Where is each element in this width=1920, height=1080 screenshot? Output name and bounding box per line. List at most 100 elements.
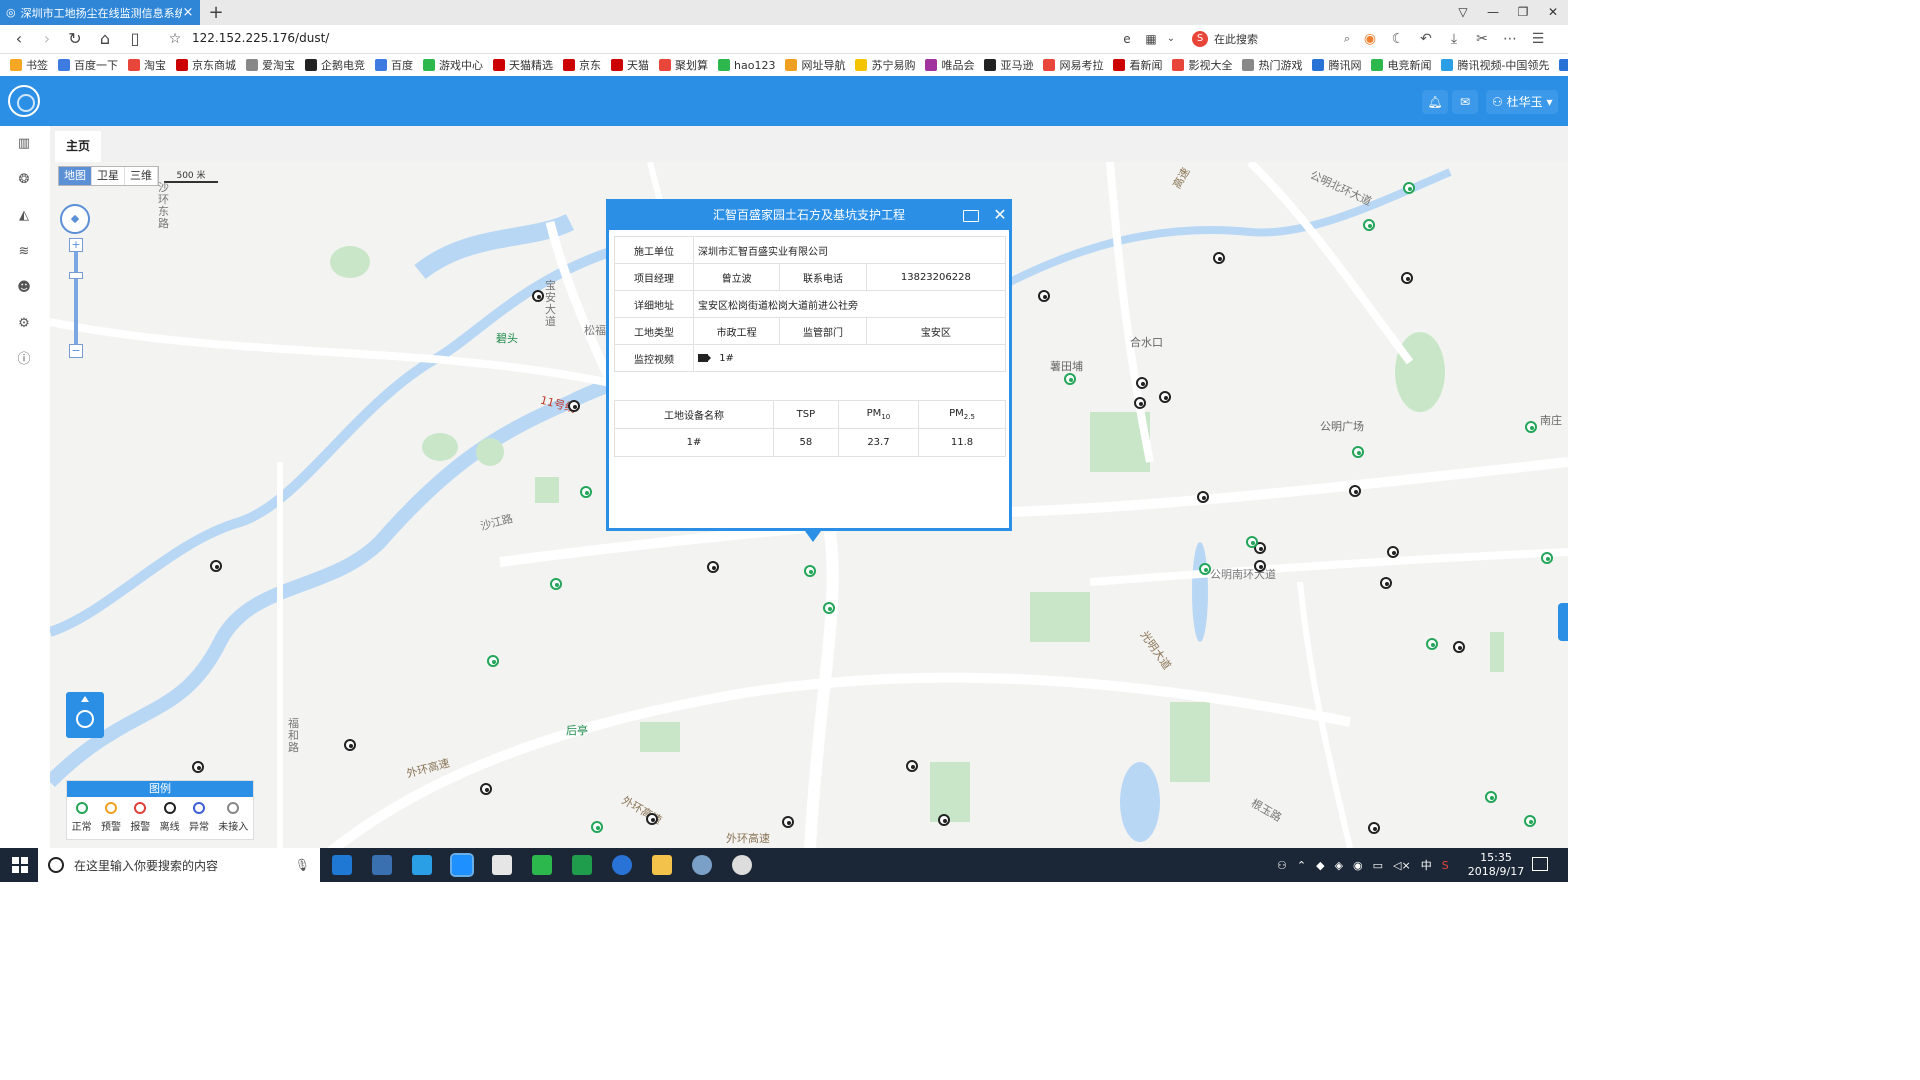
site-marker-offline[interactable] (1380, 577, 1392, 589)
favorites-icon[interactable]: ▽ (1448, 0, 1478, 25)
bookmark-item[interactable]: 企鹅电竞 (305, 57, 365, 73)
reload-icon[interactable]: ↻ (64, 28, 86, 50)
users-icon[interactable]: ☻ (14, 278, 34, 298)
site-marker-offline[interactable] (906, 760, 918, 772)
close-icon[interactable]: ✕ (991, 202, 1009, 228)
bookmark-item[interactable]: 亚马逊 (984, 57, 1033, 73)
antivirus-icon[interactable]: ◉ (1353, 859, 1363, 872)
site-marker-offline[interactable] (1401, 272, 1413, 284)
bookmark-item[interactable]: 电竞新闻 (1371, 57, 1431, 73)
spreadsheet-icon[interactable] (572, 855, 592, 875)
map-type-3d[interactable]: 三维 (125, 167, 158, 185)
notification-icon[interactable] (1532, 857, 1548, 871)
browser-tab-active[interactable]: ◎ 深圳市工地扬尘在线监测信息系统 × (0, 0, 200, 25)
site-marker-offline[interactable] (1136, 377, 1148, 389)
chart-toggle-button[interactable] (66, 692, 104, 738)
site-marker-normal[interactable] (1525, 421, 1537, 433)
site-marker-offline[interactable] (1134, 397, 1146, 409)
bookmark-item[interactable]: 上网导 (1559, 57, 1568, 73)
user-menu[interactable]: ⚇ 杜华玉 ▾ (1486, 90, 1559, 114)
bookmark-item[interactable]: 腾讯视频-中国领先 (1441, 57, 1549, 73)
site-marker-normal[interactable] (591, 821, 603, 833)
app-sphere-icon[interactable] (612, 855, 632, 875)
sogou-icon[interactable]: S (1442, 859, 1449, 872)
forward-icon[interactable]: › (36, 28, 58, 50)
browser-app-icon[interactable] (450, 853, 474, 877)
site-marker-offline[interactable] (532, 290, 544, 302)
site-marker-offline[interactable] (782, 816, 794, 828)
bookmark-item[interactable]: 热门游戏 (1242, 57, 1302, 73)
bookmark-item[interactable]: 游戏中心 (423, 57, 483, 73)
right-panel-toggle[interactable] (1558, 603, 1568, 641)
site-marker-offline[interactable] (210, 560, 222, 572)
bookmark-item[interactable]: 聚划算 (659, 57, 708, 73)
site-marker-normal[interactable] (1064, 373, 1076, 385)
site-marker-offline[interactable] (646, 813, 658, 825)
site-marker-normal[interactable] (1246, 536, 1258, 548)
site-marker-normal[interactable] (1426, 638, 1438, 650)
area-chart-icon[interactable]: ◭ (14, 206, 34, 226)
site-marker-offline[interactable] (192, 761, 204, 773)
site-marker-offline[interactable] (1159, 391, 1171, 403)
bookmark-item[interactable]: 唯品会 (925, 57, 974, 73)
iqiyi-icon[interactable] (532, 855, 552, 875)
grid-icon[interactable]: ▦ (1140, 28, 1162, 50)
tray-app-icon[interactable]: ◆ (1316, 859, 1324, 872)
back-icon[interactable]: ‹ (8, 28, 30, 50)
bookmark-item[interactable]: hao123 (718, 59, 775, 72)
site-marker-offline[interactable] (1038, 290, 1050, 302)
site-marker-offline[interactable] (1453, 641, 1465, 653)
mail-app-icon[interactable] (492, 855, 512, 875)
site-marker-offline[interactable] (938, 814, 950, 826)
stack-icon[interactable]: ≋ (14, 242, 34, 262)
site-marker-normal[interactable] (1403, 182, 1415, 194)
map-type-map[interactable]: 地图 (59, 167, 92, 185)
map-icon[interactable]: ▥ (14, 134, 34, 154)
app-bird-icon[interactable] (692, 855, 712, 875)
ie-mode-icon[interactable]: e (1116, 28, 1138, 50)
home-icon[interactable]: ⌂ (94, 28, 116, 50)
network-icon[interactable]: ▭ (1373, 859, 1383, 872)
site-marker-normal[interactable] (580, 486, 592, 498)
windows-start-icon[interactable] (12, 857, 28, 873)
search-icon[interactable]: ⌕ (1344, 32, 1350, 46)
site-marker-offline[interactable] (1387, 546, 1399, 558)
site-marker-offline[interactable] (707, 561, 719, 573)
site-marker-offline[interactable] (1349, 485, 1361, 497)
info-icon[interactable]: ⓘ (14, 350, 34, 370)
new-tab-button[interactable]: + (206, 2, 226, 23)
bookmark-item[interactable]: 苏宁易购 (855, 57, 915, 73)
bookmark-item[interactable]: 爱淘宝 (246, 57, 295, 73)
bookmark-item[interactable]: 腾讯网 (1312, 57, 1361, 73)
map-type-satellite[interactable]: 卫星 (92, 167, 125, 185)
bell-icon[interactable]: 🔔︎ (1422, 90, 1448, 114)
tab-home[interactable]: 主页 (55, 131, 101, 162)
bookmark-item[interactable]: 百度 (375, 57, 413, 73)
site-marker-offline[interactable] (1368, 822, 1380, 834)
bookmark-item[interactable]: 天猫精选 (493, 57, 553, 73)
bookmark-item[interactable]: 看新闻 (1113, 57, 1162, 73)
zoom-in-button[interactable]: + (69, 238, 83, 252)
undo-icon[interactable]: ↶ (1412, 29, 1440, 49)
download-icon[interactable]: ⤓ (1440, 29, 1468, 49)
site-marker-normal[interactable] (550, 578, 562, 590)
site-marker-normal[interactable] (487, 655, 499, 667)
tray-expand-icon[interactable]: ⌃ (1297, 859, 1306, 872)
ime-indicator[interactable]: 中 (1421, 857, 1432, 873)
bookmark-item[interactable]: 天猫 (611, 57, 649, 73)
id-card-icon[interactable] (963, 210, 979, 222)
bookmark-item[interactable]: 书签 (10, 57, 48, 73)
taskbar-search[interactable]: 在这里输入你要搜索的内容 🎙︎ (38, 848, 320, 882)
chevron-down-icon[interactable]: ⌄ (1160, 28, 1182, 50)
bookmark-item[interactable]: 网易考拉 (1043, 57, 1103, 73)
site-marker-offline[interactable] (480, 783, 492, 795)
site-marker-normal[interactable] (1352, 446, 1364, 458)
bookmark-item[interactable]: 淘宝 (128, 57, 166, 73)
site-marker-normal[interactable] (1524, 815, 1536, 827)
app-circle-icon[interactable] (732, 855, 752, 875)
site-marker-offline[interactable] (1197, 491, 1209, 503)
site-marker-normal[interactable] (1485, 791, 1497, 803)
site-marker-normal[interactable] (1199, 563, 1211, 575)
people-icon[interactable]: ⚇ (1277, 859, 1287, 872)
site-marker-normal[interactable] (1363, 219, 1375, 231)
